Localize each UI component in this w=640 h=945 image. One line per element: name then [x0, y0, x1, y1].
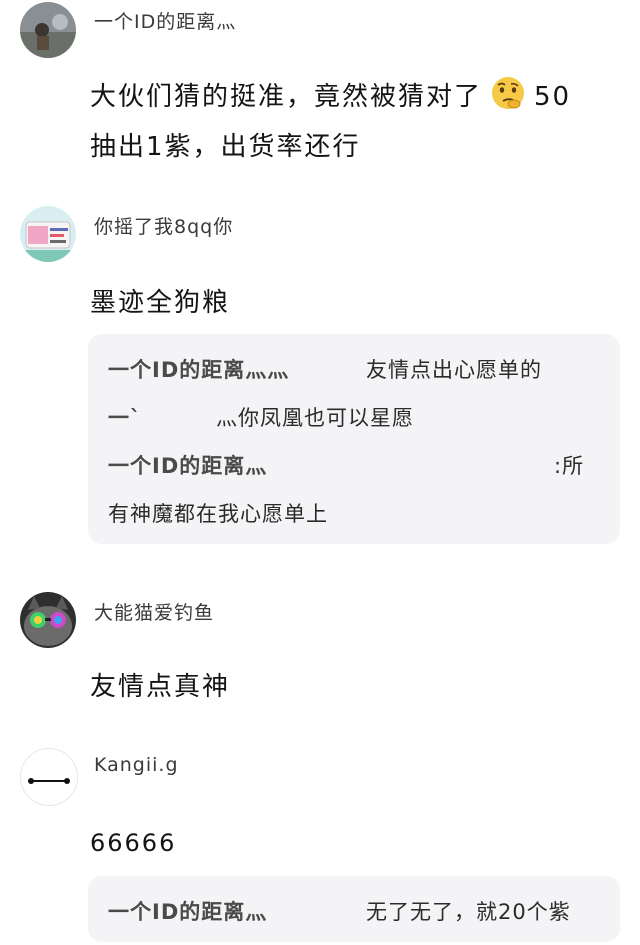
reply-box[interactable]: 一个ID的距离灬灬 友情点出心愿单的 一` 灬你凤凰也可以星愿 一个ID的距离灬… [88, 334, 620, 544]
comment-text-line: 抽出1紫，出货率还行 [90, 132, 361, 162]
comment-text-part: 大伙们猜的挺准，竟然被猜对了 [90, 82, 483, 112]
avatar[interactable] [20, 748, 78, 806]
comment-item: 大能猫爱钓鱼 友情点真神 [0, 588, 640, 718]
comment-username[interactable]: Kangii.g [94, 754, 179, 776]
comment-username[interactable]: 你摇了我8qq你 [94, 212, 233, 239]
reply-username[interactable]: 一个ID的距离灬灬 [108, 358, 289, 382]
comment-username[interactable]: 一个ID的距离灬 [94, 7, 236, 34]
reply-text: 有神魔都在我心愿单上 [108, 502, 328, 526]
reply-box[interactable]: 一个ID的距离灬 无了无了，就20个紫 [88, 876, 620, 942]
avatar[interactable] [20, 2, 76, 58]
avatar[interactable] [20, 206, 76, 262]
comment-text: 66666 [90, 829, 177, 857]
reply-username[interactable]: 一个ID的距离灬 [108, 900, 267, 924]
thinking-face-emoji-icon [492, 77, 525, 109]
comment-item: 你摇了我8qq你 墨迹全狗粮 一个ID的距离灬灬 友情点出心愿单的 一` 灬你凤… [0, 200, 640, 560]
reply-text: 友情点出心愿单的 [366, 358, 542, 382]
comment-text-part: 50 [534, 82, 572, 112]
reply-text: :所 [554, 454, 585, 478]
reply-text: 无了无了，就20个紫 [366, 900, 571, 924]
reply-username[interactable]: 一个ID的距离灬 [108, 454, 267, 478]
comment-username[interactable]: 大能猫爱钓鱼 [94, 598, 214, 625]
avatar[interactable] [20, 592, 76, 648]
comment-item: 一个ID的距离灬 大伙们猜的挺准，竟然被猜对了 50 抽出1紫，出货率还行 [0, 0, 640, 190]
reply-item[interactable]: 一个ID的距离灬 无了无了，就20个紫 [108, 896, 570, 926]
comment-text: 墨迹全狗粮 [90, 288, 231, 318]
reply-item[interactable]: 一个ID的距离灬 :所 [108, 450, 583, 480]
reply-text: 灬你凤凰也可以星愿 [216, 406, 414, 430]
comment-text: 友情点真神 [90, 672, 231, 702]
reply-item[interactable]: 一` 灬你凤凰也可以星愿 [108, 402, 413, 432]
comment-item: Kangii.g 66666 一个ID的距离灬 无了无了，就20个紫 [0, 740, 640, 945]
reply-item[interactable]: 一个ID的距离灬灬 友情点出心愿单的 [108, 354, 541, 384]
reply-username[interactable]: 一` [108, 406, 142, 430]
comment-text: 大伙们猜的挺准，竟然被猜对了 50 抽出1紫，出货率还行 [90, 72, 571, 172]
